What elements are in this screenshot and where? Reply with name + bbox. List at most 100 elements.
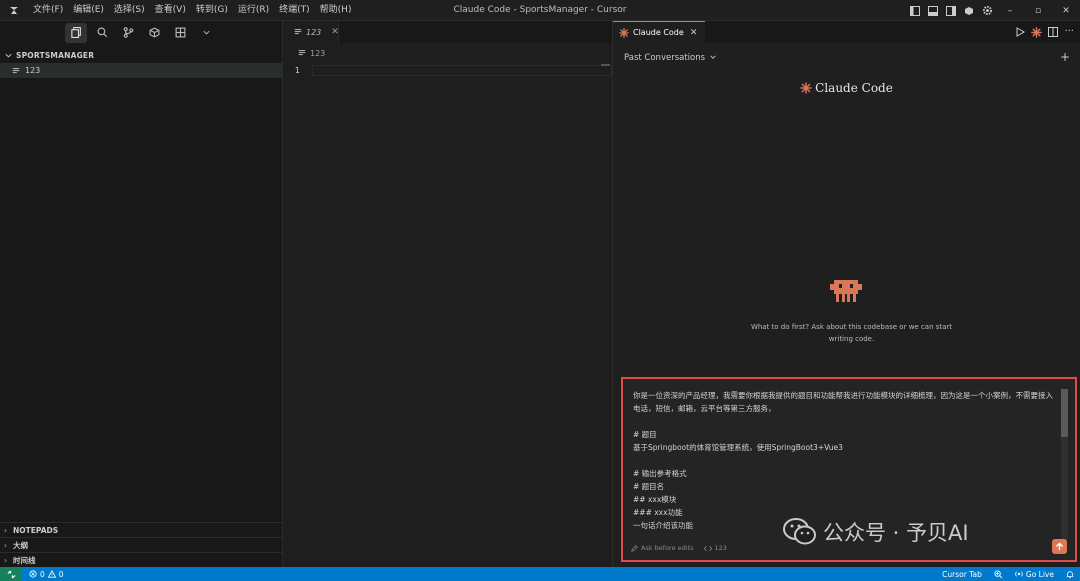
go-live-label: Go Live	[1025, 569, 1054, 579]
extensions-icon[interactable]	[143, 23, 165, 43]
split-editor-icon[interactable]	[1048, 27, 1059, 37]
lines-icon	[294, 28, 302, 36]
menu-terminal[interactable]: 终端(T)	[274, 0, 315, 21]
section-label: 大纲	[13, 540, 28, 550]
menu-run[interactable]: 运行(R)	[233, 0, 274, 21]
status-bar: 0 0 Cursor Tab Go Live	[0, 567, 1080, 581]
search-icon[interactable]	[91, 23, 113, 43]
arrow-up-icon	[1055, 542, 1064, 551]
claude-code-tab[interactable]: Claude Code ✕	[613, 21, 706, 43]
sidebar-bottom-sections: › NOTEPADS › 大纲 › 时间线	[0, 522, 282, 567]
breadcrumb-file: 123	[310, 48, 326, 58]
pencil-icon	[631, 544, 638, 552]
zoom-icon[interactable]	[994, 569, 1003, 579]
problems-indicator[interactable]: 0 0	[29, 570, 64, 579]
maximize-button[interactable]: ▫	[1024, 0, 1052, 21]
scrollbar-thumb[interactable]	[1061, 389, 1068, 437]
code-icon	[703, 545, 712, 551]
close-window-button[interactable]: ✕	[1052, 0, 1080, 21]
menu-selection[interactable]: 选择(S)	[109, 0, 150, 21]
lines-icon	[298, 49, 306, 57]
menu-file[interactable]: 文件(F)	[28, 0, 68, 21]
toggle-sidebar-icon[interactable]	[906, 0, 924, 21]
files-icon[interactable]	[65, 22, 87, 43]
edit-mode-toggle[interactable]: Ask before edits	[631, 544, 694, 552]
line-content[interactable]	[312, 64, 612, 76]
error-count: 0	[40, 569, 45, 579]
new-conversation-plus-icon[interactable]: +	[1060, 51, 1070, 63]
more-actions-icon[interactable]: ···	[1064, 27, 1074, 37]
editor-tab[interactable]: 123 ✕	[284, 21, 339, 43]
panel-tab-actions: ···	[1015, 21, 1074, 43]
settings-gear-icon[interactable]	[978, 0, 996, 21]
section-label: 时间线	[13, 555, 36, 565]
run-icon[interactable]	[1015, 27, 1026, 37]
source-control-icon[interactable]	[117, 23, 139, 43]
section-outline[interactable]: › 大纲	[0, 537, 282, 552]
editor-tab-label: 123	[306, 27, 322, 37]
claude-star-icon	[800, 82, 812, 94]
chevron-down-icon[interactable]	[195, 23, 217, 43]
minimap-marker	[601, 64, 610, 66]
past-conversations-label: Past Conversations	[624, 53, 706, 63]
menu-bar: 文件(F) 编辑(E) 选择(S) 查看(V) 转到(G) 运行(R) 终端(T…	[28, 0, 356, 21]
claude-star-icon	[619, 27, 629, 38]
claude-star-icon[interactable]	[1031, 26, 1043, 38]
empty-state-hint: What to do first? Ask about this codebas…	[750, 323, 953, 343]
line-number: 1	[294, 65, 300, 75]
chevron-down-icon	[5, 53, 12, 57]
editor-tab-bar: 123 ✕	[284, 21, 612, 43]
claude-mascot-icon	[830, 278, 862, 308]
past-conversations-dropdown[interactable]: Past Conversations +	[613, 43, 1080, 73]
breadcrumb[interactable]: 123	[284, 43, 612, 63]
panel-tab-bar: Claude Code ✕ ···	[613, 21, 1080, 43]
menu-goto[interactable]: 转到(G)	[191, 0, 233, 21]
explorer-section-header[interactable]: SPORTSMANAGER	[0, 47, 282, 63]
grid-icon[interactable]	[169, 23, 191, 43]
error-icon	[29, 570, 37, 578]
toggle-panel-icon[interactable]	[924, 0, 942, 21]
customize-layout-icon[interactable]	[960, 0, 978, 21]
claude-code-brand: Claude Code	[613, 81, 1080, 95]
section-notepads[interactable]: › NOTEPADS	[0, 522, 282, 537]
warning-icon	[47, 570, 56, 578]
file-item[interactable]: 123	[0, 63, 282, 78]
chevron-right-icon: ›	[4, 540, 7, 550]
title-bar: 文件(F) 编辑(E) 选择(S) 查看(V) 转到(G) 运行(R) 终端(T…	[0, 0, 1080, 21]
cursor-window: 文件(F) 编辑(E) 选择(S) 查看(V) 转到(G) 运行(R) 终端(T…	[0, 0, 1080, 581]
brand-name: Claude Code	[815, 81, 893, 95]
menu-help[interactable]: 帮助(H)	[315, 0, 357, 21]
chevron-right-icon: ›	[4, 555, 7, 565]
close-tab-icon[interactable]: ✕	[690, 28, 698, 38]
chevron-right-icon: ›	[4, 525, 7, 535]
notifications-bell-icon[interactable]	[1066, 570, 1074, 579]
prompt-input-box[interactable]: 你是一位资深的产品经理，我需要你根据我提供的题目和功能帮我进行功能模块的详细梳理…	[621, 377, 1077, 562]
minimize-button[interactable]: –	[996, 0, 1024, 21]
lines-icon	[12, 67, 22, 75]
explorer-sidebar: SPORTSMANAGER 123 › NOTEPADS › 大纲 › 时间线	[0, 21, 283, 567]
prompt-scrollbar[interactable]	[1061, 389, 1068, 539]
project-name: SPORTSMANAGER	[16, 50, 95, 60]
remote-icon	[6, 569, 16, 579]
sidebar-view-bar	[0, 21, 282, 44]
prompt-textarea[interactable]: 你是一位资深的产品经理，我需要你根据我提供的题目和功能帮我进行功能模块的详细梳理…	[633, 389, 1053, 532]
claude-code-panel: Claude Code ✕ ··· Past Conversations + C…	[612, 21, 1080, 567]
go-live-button[interactable]: Go Live	[1015, 570, 1054, 579]
toggle-secondary-sidebar-icon[interactable]	[942, 0, 960, 21]
cursor-logo-icon	[0, 0, 28, 21]
menu-edit[interactable]: 编辑(E)	[68, 0, 109, 21]
section-timeline[interactable]: › 时间线	[0, 552, 282, 567]
code-line[interactable]: 1	[284, 63, 612, 77]
send-button[interactable]	[1052, 539, 1067, 554]
close-tab-icon[interactable]: ✕	[331, 27, 339, 37]
remote-indicator[interactable]	[0, 567, 22, 581]
prompt-footer: Ask before edits 123	[631, 544, 727, 552]
editor-area: 123 ✕ 123 1	[284, 21, 612, 567]
broadcast-icon	[1015, 571, 1023, 577]
menu-view[interactable]: 查看(V)	[150, 0, 191, 21]
context-file-chip[interactable]: 123	[703, 544, 727, 552]
edit-mode-label: Ask before edits	[641, 544, 694, 552]
cursor-tab-status[interactable]: Cursor Tab	[942, 570, 982, 579]
chevron-down-icon	[709, 53, 717, 63]
claude-code-tab-label: Claude Code	[633, 28, 684, 37]
